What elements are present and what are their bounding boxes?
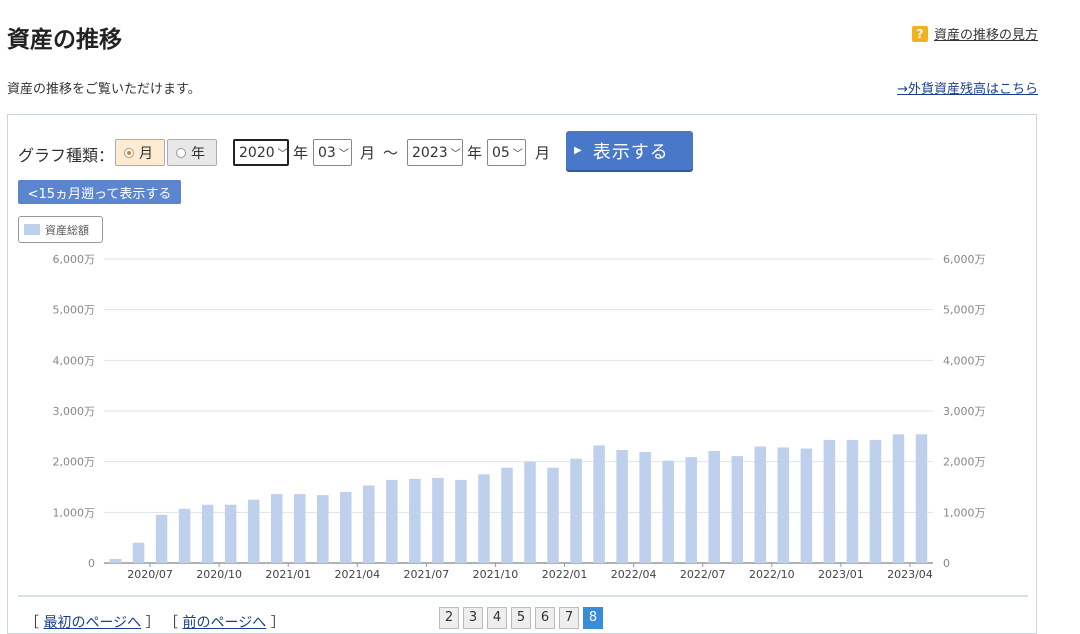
radio-month-label: 月 bbox=[139, 145, 153, 162]
chevron-down-icon: ﹀ bbox=[450, 149, 461, 160]
show-button-label: 表示する bbox=[592, 141, 669, 163]
chevron-down-icon: ﹀ bbox=[338, 149, 349, 160]
end-year-value: 2023 bbox=[412, 144, 448, 161]
start-year-unit: 年 bbox=[293, 144, 309, 162]
legend-swatch bbox=[24, 224, 40, 235]
page-number-8[interactable]: 8 bbox=[583, 607, 603, 629]
page-number-6[interactable]: 6 bbox=[535, 607, 555, 629]
page-title: 資産の推移 bbox=[7, 27, 122, 53]
back-15-months-button[interactable]: <15ヵ月遡って表示する bbox=[18, 180, 181, 204]
help-link[interactable]: 資産の推移の見方 bbox=[934, 24, 1038, 43]
start-year-select[interactable]: 2020 ﹀ bbox=[233, 139, 289, 166]
page-number-5[interactable]: 5 bbox=[511, 607, 531, 629]
radio-unselected-icon bbox=[176, 147, 186, 158]
page-number-4[interactable]: 4 bbox=[487, 607, 507, 629]
page-description: 資産の推移をご覧いただけます。 bbox=[7, 82, 201, 97]
chevron-down-icon: ﹀ bbox=[512, 149, 523, 160]
help-icon: ? bbox=[911, 25, 928, 42]
page-number-2[interactable]: 2 bbox=[439, 607, 459, 629]
start-year-value: 2020 bbox=[239, 144, 275, 161]
radio-selected-icon bbox=[124, 147, 134, 158]
page-number-7[interactable]: 7 bbox=[559, 607, 579, 629]
graph-type-label: グラフ種類： bbox=[18, 146, 115, 165]
range-tilde: ～ bbox=[383, 144, 399, 162]
end-month-select[interactable]: 05 ﹀ bbox=[487, 139, 526, 166]
first-page-link[interactable]: 最初のページへ bbox=[43, 615, 141, 631]
pager-links: ［ 最初のページへ ］ ［ 前のページへ ］ bbox=[25, 615, 285, 631]
help-link-group[interactable]: ? 資産の推移の見方 bbox=[911, 24, 1038, 43]
play-icon: ▶ bbox=[574, 145, 583, 156]
page-number-3[interactable]: 3 bbox=[463, 607, 483, 629]
end-year-select[interactable]: 2023 ﹀ bbox=[407, 139, 463, 166]
radio-month[interactable]: 月 bbox=[115, 139, 165, 166]
end-year-unit: 年 bbox=[467, 144, 483, 162]
legend-label: 資産総額 bbox=[45, 223, 89, 237]
start-month-select[interactable]: 03 ﹀ bbox=[313, 139, 352, 166]
legend-total-assets[interactable]: 資産総額 bbox=[18, 216, 103, 243]
divider bbox=[18, 595, 1028, 597]
radio-year-label: 年 bbox=[191, 145, 205, 162]
end-month-unit: 月 bbox=[535, 144, 551, 162]
chevron-down-icon: ﹀ bbox=[277, 149, 288, 160]
start-month-value: 03 bbox=[318, 144, 336, 161]
foreign-currency-link[interactable]: →外貨資産残高はこちら bbox=[897, 78, 1038, 97]
end-month-value: 05 bbox=[492, 144, 510, 161]
start-month-unit: 月 bbox=[360, 144, 376, 162]
show-button[interactable]: ▶ 表示する bbox=[566, 131, 693, 170]
radio-year[interactable]: 年 bbox=[167, 139, 217, 166]
prev-page-link[interactable]: 前のページへ bbox=[183, 615, 267, 631]
